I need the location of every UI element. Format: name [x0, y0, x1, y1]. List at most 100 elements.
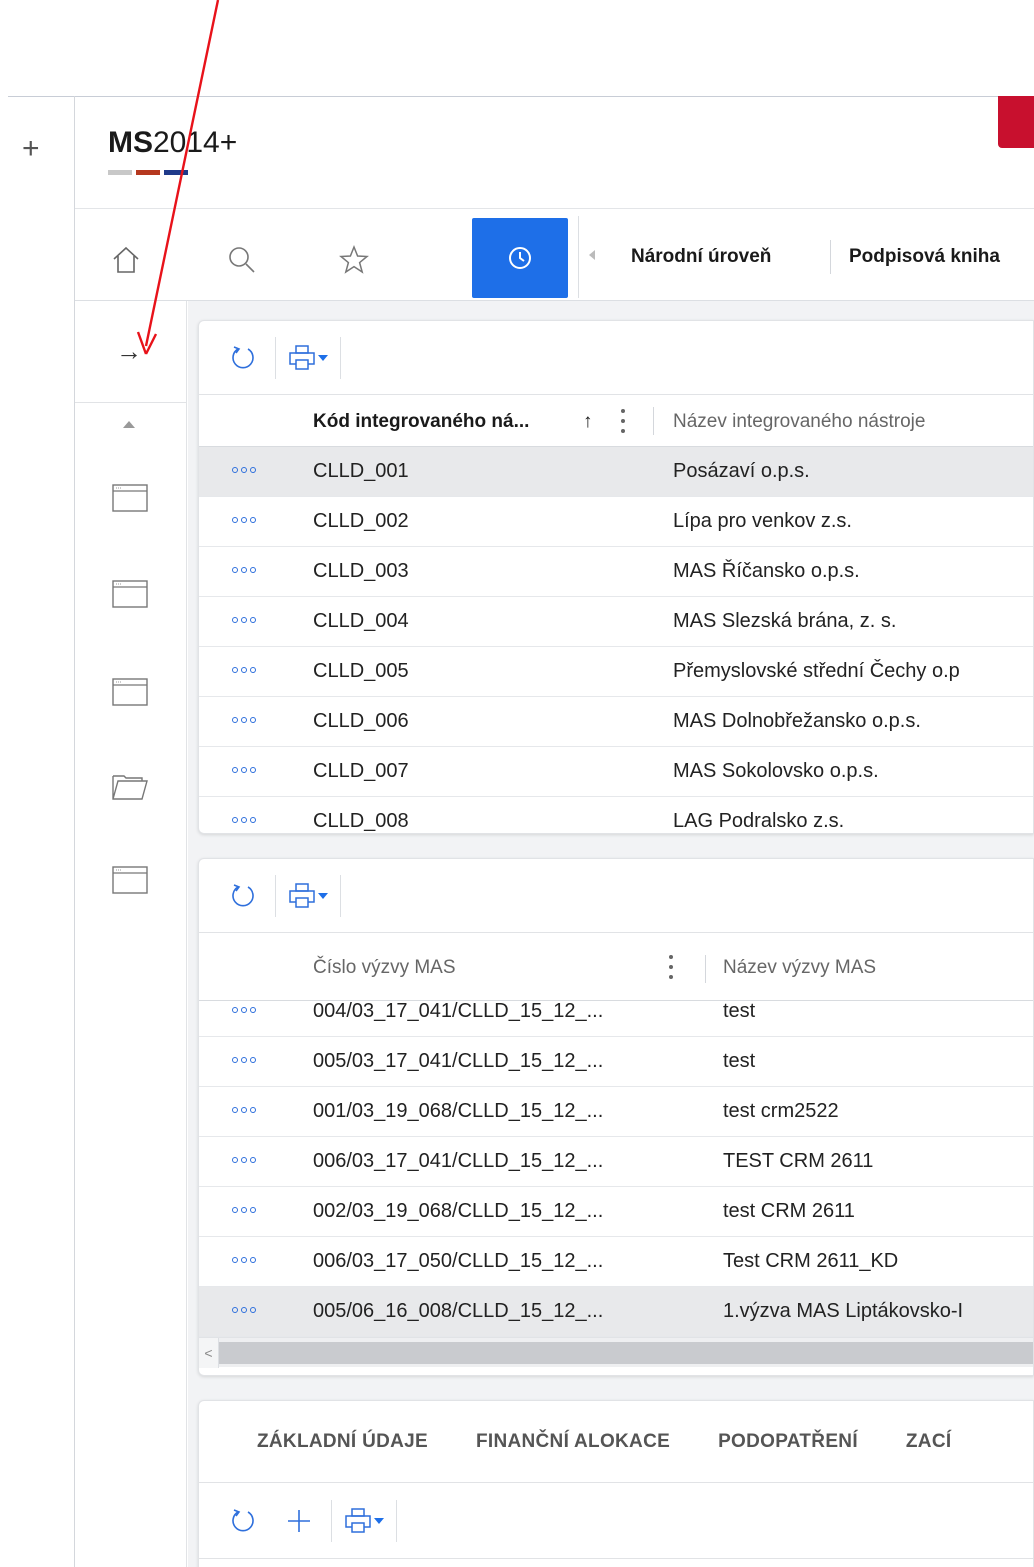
header-red-badge[interactable] [998, 96, 1034, 148]
table-row[interactable]: 002/03_19_068/CLLD_15_12_... test CRM 261… [199, 1187, 1033, 1237]
cell-code: CLLD_007 [313, 760, 409, 782]
cell-code: 005/06_16_008/CLLD_15_12_... [313, 1300, 604, 1322]
column-header-name[interactable]: Název integrovaného nástroje [673, 411, 925, 433]
row-menu-icon[interactable] [232, 1157, 256, 1163]
app-logo[interactable]: MS2014+ [108, 126, 237, 160]
row-menu-icon[interactable] [232, 617, 256, 623]
toolbar-separator [578, 216, 579, 298]
print-icon [289, 344, 315, 370]
dot [232, 1307, 238, 1313]
row-menu-icon[interactable] [232, 1207, 256, 1213]
home-icon[interactable] [106, 240, 146, 280]
table-row[interactable]: CLLD_004 MAS Slezská brána, z. s. [199, 597, 1033, 647]
cell-name: MAS Dolnobřežansko o.p.s. [673, 710, 921, 732]
column-separator[interactable] [705, 955, 706, 983]
star-icon[interactable] [334, 240, 374, 280]
dot [241, 1107, 247, 1113]
dot [250, 1007, 256, 1013]
window-icon[interactable] [112, 678, 148, 706]
cell-name: LAG Podralsko z.s. [673, 810, 845, 832]
row-menu-icon[interactable] [232, 467, 256, 473]
tab-item[interactable]: ZÁKLADNÍ ÚDAJE [257, 1431, 428, 1453]
cell-name: 1.výzva MAS Liptákovsko-I [723, 1300, 964, 1322]
row-menu-icon[interactable] [232, 567, 256, 573]
dot [241, 617, 247, 623]
dot [250, 1157, 256, 1163]
toolbar-separator [340, 874, 341, 917]
row-menu-icon[interactable] [232, 667, 256, 673]
window-icon[interactable] [112, 484, 148, 512]
window-icon[interactable] [112, 866, 148, 894]
refresh-icon[interactable] [223, 876, 263, 916]
dot [241, 1007, 247, 1013]
table-row[interactable]: CLLD_005 Přemyslovské střední Čechy o.p [199, 647, 1033, 697]
tab-item[interactable]: ZACÍ [906, 1431, 952, 1453]
table-row[interactable]: 001/03_19_068/CLLD_15_12_... test crm2522 [199, 1087, 1033, 1137]
row-menu-icon[interactable] [232, 1007, 256, 1013]
arrow-right-icon[interactable]: → [116, 338, 142, 364]
panel-toolbar [199, 859, 1033, 933]
table-row[interactable]: CLLD_002 Lípa pro venkov z.s. [199, 497, 1033, 547]
cell-name: test [723, 1050, 756, 1072]
table-row[interactable]: CLLD_007 MAS Sokolovsko o.p.s. [199, 747, 1033, 797]
row-menu-icon[interactable] [232, 1057, 256, 1063]
logo-bar [164, 170, 188, 175]
dot [241, 1157, 247, 1163]
row-menu-icon[interactable] [232, 517, 256, 523]
refresh-icon[interactable] [223, 338, 263, 378]
table-row[interactable]: CLLD_006 MAS Dolnobřežansko o.p.s. [199, 697, 1033, 747]
row-menu-icon[interactable] [232, 1107, 256, 1113]
print-menu-button[interactable] [288, 344, 328, 372]
breadcrumb-scroll-left-icon[interactable] [589, 250, 595, 260]
add-icon[interactable] [279, 1501, 319, 1541]
table-row[interactable]: 004/03_17_041/CLLD_15_12_... test [199, 987, 1033, 1037]
table-body: 004/03_17_041/CLLD_15_12_... test 005/03_1… [199, 987, 1033, 1337]
dot [241, 517, 247, 523]
table-row[interactable]: CLLD_008 LAG Podralsko z.s. [199, 797, 1033, 833]
tab-item[interactable]: FINANČNÍ ALOKACE [476, 1431, 670, 1453]
search-icon[interactable] [222, 240, 262, 280]
row-menu-icon[interactable] [232, 717, 256, 723]
logo-bar [108, 170, 132, 175]
breadcrumb-item[interactable]: Národní úroveň [631, 246, 771, 268]
toolbar-separator [396, 1499, 397, 1542]
column-header-call-number[interactable]: Číslo výzvy MAS [313, 957, 456, 979]
row-menu-icon[interactable] [232, 817, 256, 823]
scrollbar-thumb[interactable] [219, 1342, 1033, 1364]
folder-icon[interactable] [112, 772, 148, 800]
table-row[interactable]: 006/03_17_041/CLLD_15_12_... TEST CRM 261… [199, 1137, 1033, 1187]
table-row[interactable]: 005/03_17_041/CLLD_15_12_... test [199, 1037, 1033, 1087]
table-header: Kód integrovaného ná... ↑ Název integrov… [199, 395, 1033, 447]
print-menu-button[interactable] [344, 1507, 384, 1535]
row-menu-icon[interactable] [232, 767, 256, 773]
table-row[interactable]: 006/03_17_050/CLLD_15_12_... Test CRM 261… [199, 1237, 1033, 1287]
column-menu-icon[interactable] [621, 409, 625, 433]
dot [232, 567, 238, 573]
toolbar-separator [275, 874, 276, 917]
dot [232, 617, 238, 623]
print-menu-button[interactable] [288, 882, 328, 910]
row-menu-icon[interactable] [232, 1257, 256, 1263]
chevron-down-icon [318, 354, 328, 361]
column-header-call-name[interactable]: Název výzvy MAS [723, 957, 876, 979]
chevron-left-icon[interactable]: < [199, 1338, 219, 1368]
refresh-icon[interactable] [223, 1501, 263, 1541]
horizontal-scrollbar[interactable]: < [199, 1337, 1033, 1368]
breadcrumb-item[interactable]: Podpisová kniha [849, 246, 1000, 268]
dot [250, 617, 256, 623]
column-menu-icon[interactable] [669, 955, 673, 979]
sort-asc-icon[interactable]: ↑ [583, 411, 593, 433]
scroll-up-icon[interactable] [123, 421, 135, 428]
dot [250, 667, 256, 673]
table-row[interactable]: CLLD_003 MAS Říčansko o.p.s. [199, 547, 1033, 597]
window-icon[interactable] [112, 580, 148, 608]
dot [250, 1057, 256, 1063]
table-row[interactable]: 005/06_16_008/CLLD_15_12_... 1.výzva MAS … [199, 1287, 1033, 1337]
table-row[interactable]: CLLD_001 Posázaví o.p.s. [199, 447, 1033, 497]
row-menu-icon[interactable] [232, 1307, 256, 1313]
column-header-code[interactable]: Kód integrovaného ná... [313, 411, 529, 433]
column-separator[interactable] [653, 407, 654, 435]
tab-item[interactable]: PODOPATŘENÍ [718, 1431, 858, 1453]
add-icon[interactable]: + [22, 134, 40, 164]
history-button[interactable] [472, 218, 568, 298]
